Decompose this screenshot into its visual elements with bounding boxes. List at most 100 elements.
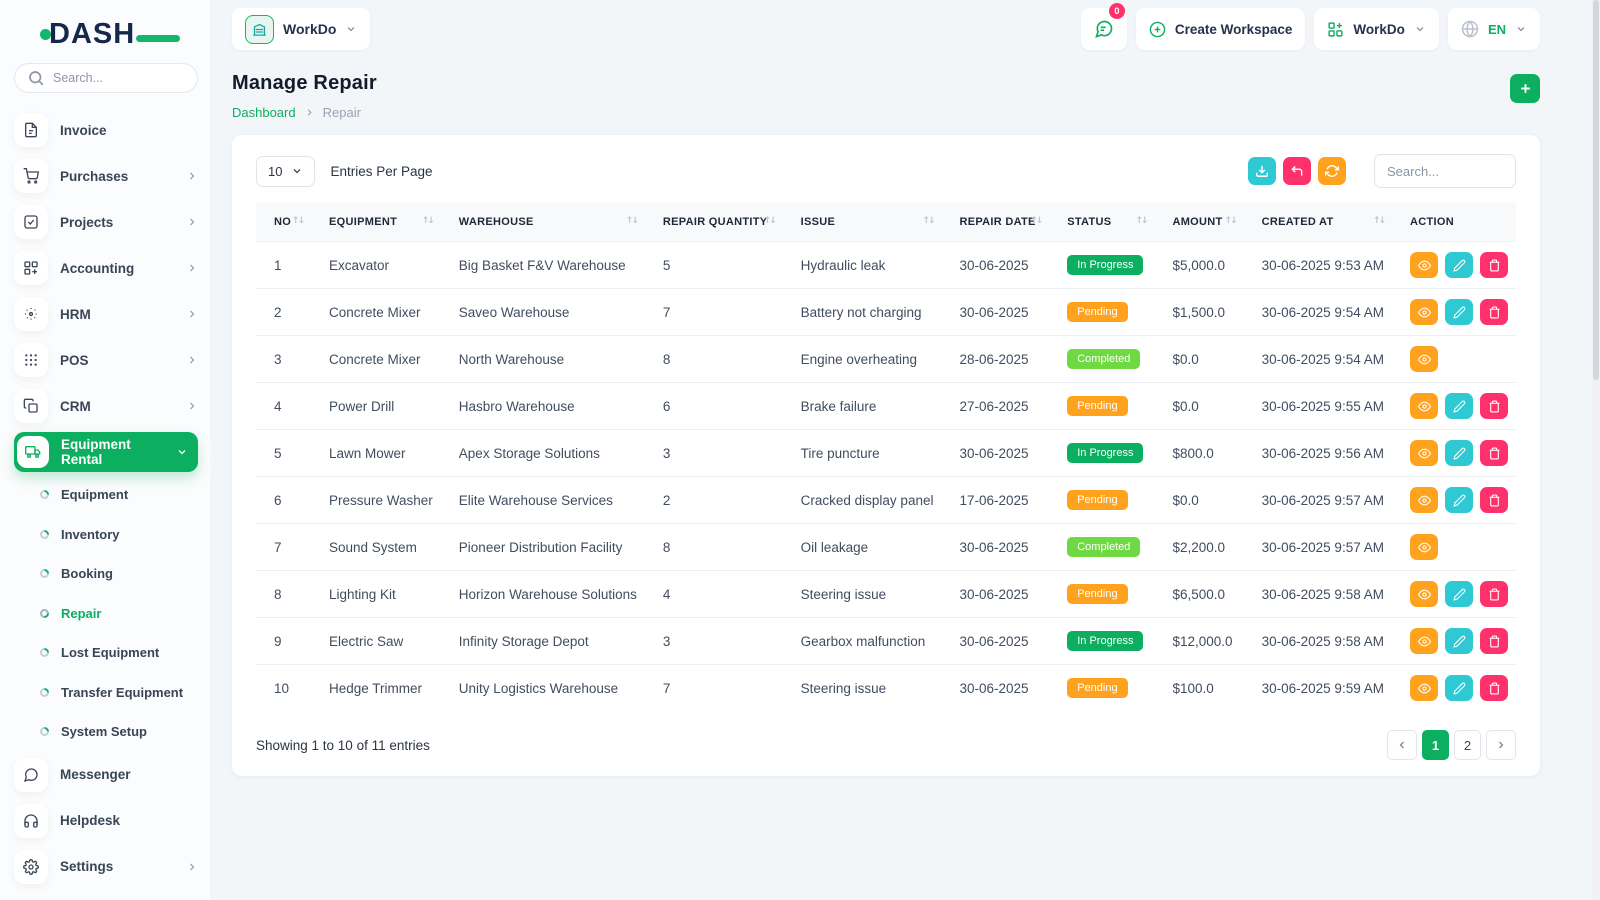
sidebar-subitem-transfer-equipment[interactable]: Transfer Equipment: [14, 673, 198, 713]
sidebar-item-label: Settings: [60, 859, 114, 874]
column-header[interactable]: ISSUE ↑↓: [783, 203, 942, 242]
chevron-right-icon: [186, 170, 198, 182]
sidebar-item-accounting[interactable]: Accounting: [14, 245, 198, 291]
cell-issue: Engine overheating: [782, 335, 942, 383]
cell-warehouse: Horizon Warehouse Solutions: [440, 570, 645, 618]
cell-status: Completed: [1049, 523, 1155, 571]
pagination-page-button[interactable]: 2: [1454, 730, 1481, 760]
column-header[interactable]: EQUIPMENT ↑↓: [311, 203, 441, 242]
pagination-prev-button[interactable]: [1387, 730, 1417, 760]
scrollbar-thumb[interactable]: [1593, 0, 1599, 380]
sort-icon[interactable]: ↑↓: [1373, 216, 1386, 226]
column-header[interactable]: STATUS ↑↓: [1049, 203, 1154, 242]
sidebar-item-projects[interactable]: Projects: [14, 199, 198, 245]
sort-icon[interactable]: ↑↓: [1135, 216, 1148, 226]
edit-button[interactable]: [1445, 299, 1473, 325]
view-button[interactable]: [1410, 299, 1438, 325]
pagination-page-button[interactable]: 1: [1422, 730, 1449, 760]
sidebar-item-purchases[interactable]: Purchases: [14, 153, 198, 199]
eye-icon: [1417, 354, 1431, 364]
edit-button[interactable]: [1445, 628, 1473, 654]
edit-button[interactable]: [1445, 581, 1473, 607]
sort-icon[interactable]: ↑↓: [922, 216, 935, 226]
delete-button[interactable]: [1480, 581, 1508, 607]
sidebar-item-invoice[interactable]: Invoice: [14, 107, 198, 153]
sidebar-item-pos[interactable]: POS: [14, 337, 198, 383]
breadcrumb-dashboard-link[interactable]: Dashboard: [232, 105, 296, 120]
sort-icon[interactable]: ↑↓: [1225, 216, 1238, 226]
sort-icon[interactable]: ↑↓: [292, 216, 305, 226]
table-search-input[interactable]: [1374, 154, 1516, 188]
delete-button[interactable]: [1480, 440, 1508, 466]
sort-icon[interactable]: ↑↓: [764, 216, 777, 226]
column-header[interactable]: REPAIR DATE ↑↓: [941, 203, 1049, 242]
sidebar-item-hrm[interactable]: HRM: [14, 291, 198, 337]
table-row: 8 Lighting Kit Horizon Warehouse Solutions…: [256, 570, 1516, 618]
refresh-button[interactable]: [1318, 157, 1346, 185]
messages-button[interactable]: 0: [1080, 3, 1127, 50]
sidebar-subitem-equipment[interactable]: Equipment: [14, 475, 198, 515]
pagination-next-button[interactable]: [1486, 730, 1516, 760]
edit-button[interactable]: [1445, 393, 1473, 419]
sidebar-item-label: Equipment Rental: [61, 437, 131, 467]
column-header[interactable]: REPAIR QUANTITY ↑↓: [645, 203, 783, 242]
sort-icon[interactable]: ↑↓: [422, 216, 435, 226]
edit-button[interactable]: [1445, 440, 1473, 466]
entries-per-page-select[interactable]: 10: [256, 155, 316, 187]
view-button[interactable]: [1410, 487, 1438, 513]
create-workspace-button[interactable]: Create Workspace: [1135, 8, 1306, 50]
edit-button[interactable]: [1445, 252, 1473, 278]
language-selector[interactable]: EN: [1447, 8, 1540, 50]
column-header[interactable]: WAREHOUSE ↑↓: [441, 203, 645, 242]
view-button[interactable]: [1410, 440, 1438, 466]
sidebar-item-messenger[interactable]: Messenger: [14, 752, 198, 798]
sidebar-subitem-lost-equipment[interactable]: Lost Equipment: [14, 633, 198, 673]
sidebar-item-crm[interactable]: CRM: [14, 383, 198, 429]
sidebar-subitem-system-setup[interactable]: System Setup: [14, 712, 198, 752]
column-header[interactable]: CREATED AT ↑↓: [1244, 203, 1392, 242]
delete-button[interactable]: [1480, 393, 1508, 419]
table-row: 10 Hedge Trimmer Unity Logistics Warehouse…: [256, 664, 1516, 711]
view-button[interactable]: [1410, 581, 1438, 607]
status-badge: Completed: [1067, 537, 1141, 557]
view-button[interactable]: [1410, 252, 1438, 278]
view-button[interactable]: [1410, 534, 1438, 560]
sidebar-item-helpdesk[interactable]: Helpdesk: [14, 798, 198, 844]
sort-icon[interactable]: ↑↓: [626, 216, 639, 226]
sidebar-search-input[interactable]: [53, 71, 183, 85]
undo-button[interactable]: [1283, 157, 1311, 185]
add-repair-button[interactable]: [1510, 74, 1540, 103]
export-button[interactable]: [1248, 157, 1276, 185]
delete-button[interactable]: [1480, 675, 1508, 701]
sidebar-subitem-booking[interactable]: Booking: [14, 554, 198, 594]
sidebar-item-settings[interactable]: Settings: [14, 844, 198, 890]
scrollbar[interactable]: [1592, 0, 1600, 900]
delete-button[interactable]: [1480, 628, 1508, 654]
sidebar-item-label: HRM: [60, 306, 91, 322]
column-header[interactable]: AMOUNT ↑↓: [1154, 203, 1243, 242]
sidebar-item-equipment-rental[interactable]: Equipment Rental: [14, 432, 198, 472]
view-button[interactable]: [1410, 675, 1438, 701]
cell-equipment: Excavator: [311, 241, 441, 289]
brand-logo[interactable]: DASH: [14, 16, 198, 63]
workspace-switcher[interactable]: WorkDo: [232, 8, 371, 50]
sidebar-search[interactable]: [14, 63, 198, 93]
sidebar-subitem-label: Equipment: [61, 487, 129, 503]
sidebar-subitem-inventory[interactable]: Inventory: [14, 515, 198, 555]
view-button[interactable]: [1410, 393, 1438, 419]
sidebar-subitem-repair[interactable]: Repair: [14, 594, 198, 634]
edit-button[interactable]: [1445, 487, 1473, 513]
sort-icon[interactable]: ↑↓: [1030, 216, 1043, 226]
delete-button[interactable]: [1480, 487, 1508, 513]
edit-button[interactable]: [1445, 675, 1473, 701]
table-row: 3 Concrete Mixer North Warehouse 8 Engine ov…: [256, 335, 1516, 383]
view-button[interactable]: [1410, 346, 1438, 372]
delete-button[interactable]: [1480, 252, 1508, 278]
cell-created-at: 30-06-2025 9:56 AM: [1243, 429, 1392, 477]
refresh-icon: [1325, 165, 1339, 177]
search-icon: [27, 69, 45, 87]
delete-button[interactable]: [1480, 299, 1508, 325]
column-header[interactable]: NO ↑↓: [256, 203, 311, 242]
workdo-menu-button[interactable]: WorkDo: [1314, 8, 1439, 50]
view-button[interactable]: [1410, 628, 1438, 654]
